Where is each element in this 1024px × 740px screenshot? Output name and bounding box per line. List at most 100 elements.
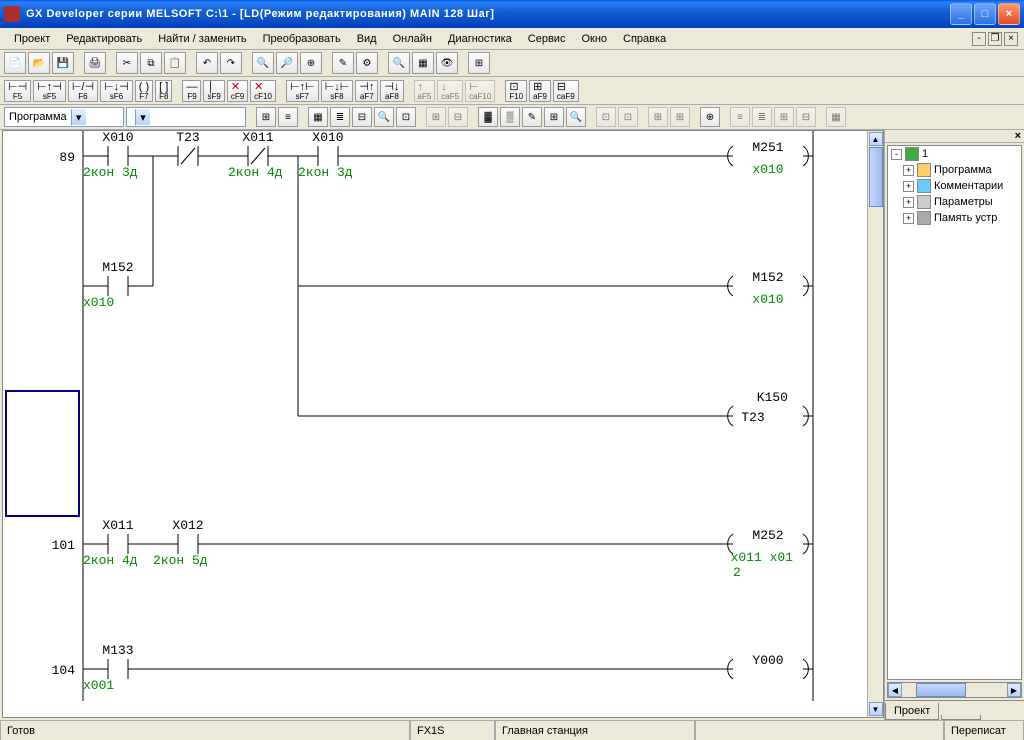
ld-del-vline[interactable]: ✕cF10: [250, 80, 276, 102]
mdi-close[interactable]: ×: [1004, 32, 1018, 46]
tb-l[interactable]: ✎: [522, 107, 542, 127]
find3-button[interactable]: ⊕: [300, 52, 322, 74]
redo-button[interactable]: ↷: [220, 52, 242, 74]
ld-contact-no-p[interactable]: ⊢↑⊣sF5: [33, 80, 66, 102]
ld-contact-no[interactable]: ⊢⊣F5: [4, 80, 31, 102]
save-button[interactable]: 💾: [52, 52, 74, 74]
ld-f10[interactable]: ⊡F10: [505, 80, 527, 102]
ld-del-hline[interactable]: ✕cF9: [227, 80, 248, 102]
ld-hline[interactable]: —F9: [182, 80, 201, 102]
zoom-button[interactable]: 🔍: [388, 52, 410, 74]
open-button[interactable]: 📂: [28, 52, 50, 74]
monitor-button[interactable]: 👁: [436, 52, 458, 74]
scroll-thumb[interactable]: [916, 683, 966, 697]
print-button[interactable]: 🖨: [84, 52, 106, 74]
tool-b[interactable]: ⚙: [356, 52, 378, 74]
tb-j[interactable]: ▓: [478, 107, 498, 127]
ld-inv2[interactable]: ⊣↓aF8: [380, 80, 403, 102]
program-type-dropdown[interactable]: Программа ▾: [4, 107, 124, 127]
ld-rise[interactable]: ⊢↑⊢sF7: [286, 80, 319, 102]
menu-edit[interactable]: Редактировать: [58, 30, 150, 48]
minimize-button[interactable]: _: [950, 3, 972, 25]
menu-window[interactable]: Окно: [573, 30, 615, 48]
scroll-down-icon[interactable]: ▼: [869, 702, 883, 716]
tb-f[interactable]: 🔍: [374, 107, 394, 127]
ld-vline[interactable]: │sF9: [203, 80, 224, 102]
ld-af9[interactable]: ⊞aF9: [529, 80, 551, 102]
tb-a[interactable]: ⊞: [256, 107, 276, 127]
scroll-left-icon[interactable]: ◀: [888, 683, 902, 697]
mdi-minimize[interactable]: -: [972, 32, 986, 46]
ld-contact-nc[interactable]: ⊢/⊣F6: [68, 80, 98, 102]
tool-a[interactable]: ✎: [332, 52, 354, 74]
close-button[interactable]: ×: [998, 3, 1020, 25]
tb-s[interactable]: ⊕: [700, 107, 720, 127]
ld-a1[interactable]: ↑aF5: [414, 80, 436, 102]
undo-button[interactable]: ↶: [196, 52, 218, 74]
collapse-icon[interactable]: -: [891, 149, 902, 160]
tb-h[interactable]: ⊞: [426, 107, 446, 127]
ld-a3[interactable]: ⊢caF10: [465, 80, 495, 102]
tree-item-memory[interactable]: +Память устр: [888, 210, 1021, 226]
tb-c[interactable]: ▦: [308, 107, 328, 127]
tree-hscroll[interactable]: ◀ ▶: [887, 682, 1022, 698]
scroll-thumb[interactable]: [869, 147, 883, 207]
expand-icon[interactable]: +: [903, 165, 914, 176]
ld-fall[interactable]: ⊢↓⊢sF8: [321, 80, 354, 102]
menu-view[interactable]: Вид: [349, 30, 385, 48]
tb-q[interactable]: ⊞: [648, 107, 668, 127]
tb-r[interactable]: ⊞: [670, 107, 690, 127]
tb-t[interactable]: ≡: [730, 107, 750, 127]
ld-caf9[interactable]: ⊟caF9: [553, 80, 579, 102]
maximize-button[interactable]: □: [974, 3, 996, 25]
menu-online[interactable]: Онлайн: [385, 30, 440, 48]
copy-button[interactable]: ⧉: [140, 52, 162, 74]
menu-project[interactable]: Проект: [6, 30, 58, 48]
ld-a2[interactable]: ↓caF5: [437, 80, 463, 102]
scroll-up-icon[interactable]: ▲: [869, 132, 883, 146]
view-button[interactable]: ▦: [412, 52, 434, 74]
tb-p[interactable]: ⊡: [618, 107, 638, 127]
tb-o[interactable]: ⊡: [596, 107, 616, 127]
tree-root[interactable]: - 1: [888, 146, 1021, 162]
tb-x[interactable]: ▦: [826, 107, 846, 127]
program-select-dropdown[interactable]: ▾: [126, 107, 246, 127]
panel-close-button[interactable]: ×: [885, 130, 1024, 143]
expand-icon[interactable]: +: [903, 181, 914, 192]
paste-button[interactable]: 📋: [164, 52, 186, 74]
menu-find[interactable]: Найти / заменить: [150, 30, 254, 48]
tb-k[interactable]: ▒: [500, 107, 520, 127]
expand-icon[interactable]: +: [903, 197, 914, 208]
menu-diag[interactable]: Диагностика: [440, 30, 520, 48]
menu-tools[interactable]: Сервис: [520, 30, 574, 48]
tree-item-comments[interactable]: +Комментарии: [888, 178, 1021, 194]
tb-b[interactable]: ≡: [278, 107, 298, 127]
expand-icon[interactable]: +: [903, 213, 914, 224]
tb-d[interactable]: ≣: [330, 107, 350, 127]
ladder-editor[interactable]: 89 X010 2кон 3д T23 X011 2кон 4д X010 2: [2, 130, 884, 718]
tab-project[interactable]: Проект: [885, 703, 939, 720]
project-tree[interactable]: - 1 +Программа +Комментарии +Параметры +…: [887, 145, 1022, 680]
menu-help[interactable]: Справка: [615, 30, 674, 48]
tb-e[interactable]: ⊟: [352, 107, 372, 127]
tb-m[interactable]: ⊞: [544, 107, 564, 127]
tb-v[interactable]: ⊞: [774, 107, 794, 127]
ld-coil[interactable]: ( )F7: [135, 80, 153, 102]
tb-i[interactable]: ⊟: [448, 107, 468, 127]
ld-contact-nc-p[interactable]: ⊢↓⊣sF6: [100, 80, 133, 102]
menu-convert[interactable]: Преобразовать: [255, 30, 349, 48]
find2-button[interactable]: 🔎: [276, 52, 298, 74]
vertical-scrollbar[interactable]: ▲ ▼: [867, 131, 883, 717]
tree-item-params[interactable]: +Параметры: [888, 194, 1021, 210]
network-button[interactable]: ⊞: [468, 52, 490, 74]
ld-inv[interactable]: ⊣↑aF7: [355, 80, 378, 102]
cut-button[interactable]: ✂: [116, 52, 138, 74]
tree-item-program[interactable]: +Программа: [888, 162, 1021, 178]
scroll-right-icon[interactable]: ▶: [1007, 683, 1021, 697]
tb-g[interactable]: ⊡: [396, 107, 416, 127]
new-button[interactable]: 📄: [4, 52, 26, 74]
ld-func[interactable]: [ ]F8: [155, 80, 172, 102]
tb-w[interactable]: ⊟: [796, 107, 816, 127]
find-button[interactable]: 🔍: [252, 52, 274, 74]
tb-u[interactable]: ≣: [752, 107, 772, 127]
